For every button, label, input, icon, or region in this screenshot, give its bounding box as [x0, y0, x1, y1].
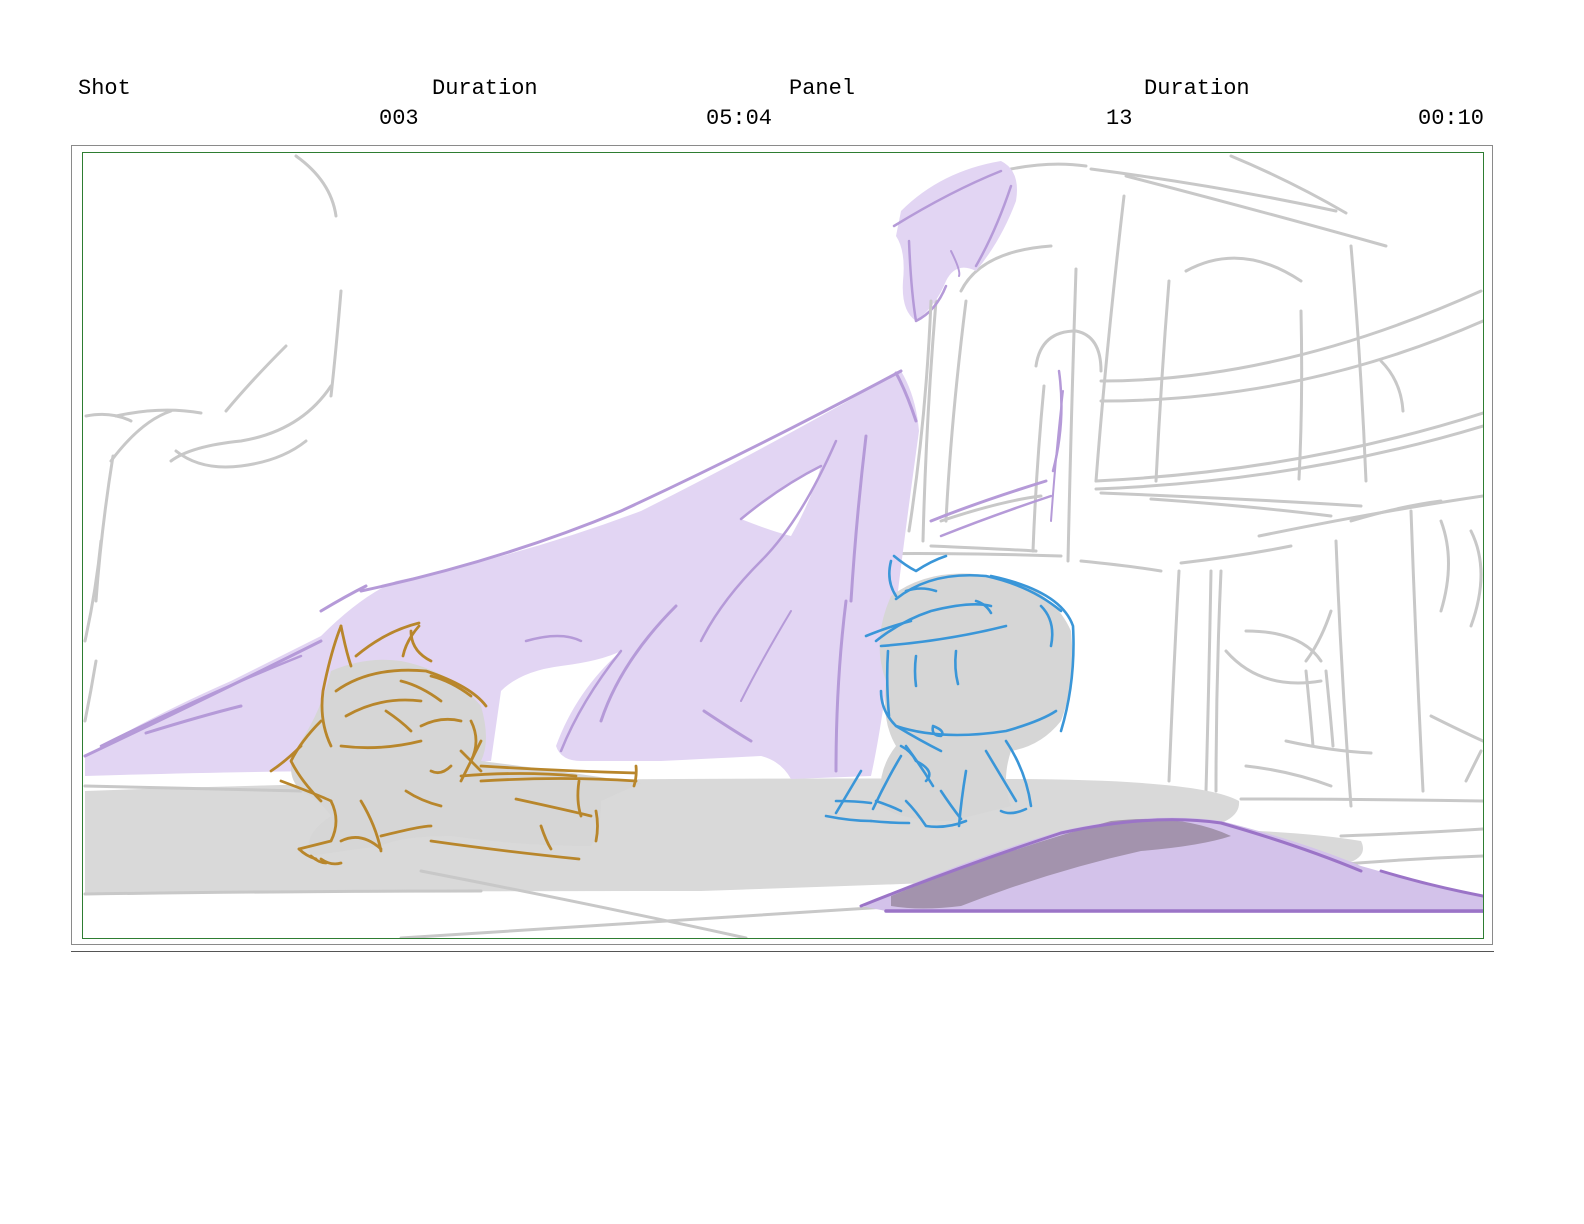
shot-duration-label: Duration — [432, 76, 538, 101]
sketch-drawing — [83, 154, 1483, 938]
panel-number: 13 — [1106, 106, 1133, 131]
panel-duration-value: 00:10 — [1418, 106, 1485, 131]
panel-duration-label: Duration — [1144, 76, 1250, 101]
bottom-rule — [71, 951, 1494, 952]
background-tree-sketch — [83, 154, 343, 723]
panel-label: Panel — [789, 76, 856, 101]
storyboard-panel — [82, 152, 1484, 939]
shot-number: 003 — [379, 106, 419, 131]
shot-duration-value: 05:04 — [706, 106, 773, 131]
shot-label: Shot — [78, 76, 131, 101]
